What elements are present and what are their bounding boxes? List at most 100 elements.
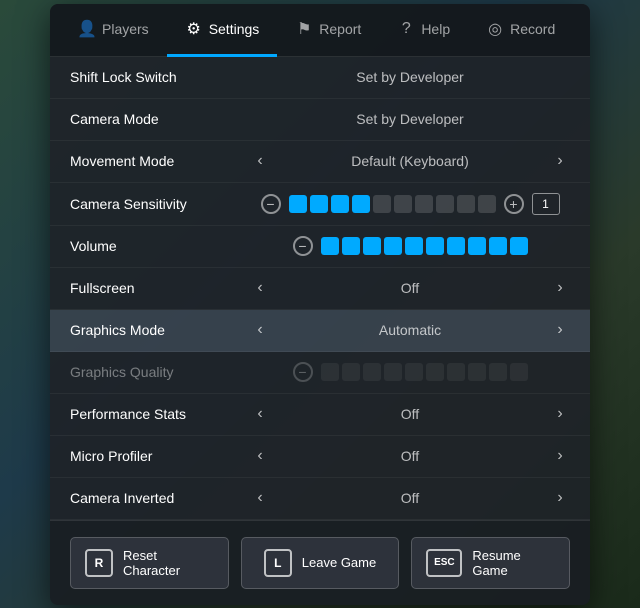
tab-report[interactable]: ⚑ Report <box>277 4 379 57</box>
setting-row-camera-inverted: Camera Inverted ‹ Off › <box>50 478 590 520</box>
setting-row-camera-mode: Camera Mode Set by Developer <box>50 99 590 141</box>
arrow-left-camera-inverted[interactable]: ‹ <box>250 489 270 507</box>
setting-value-fullscreen: Off <box>278 280 542 296</box>
segment-8 <box>457 195 475 213</box>
segment-4 <box>373 195 391 213</box>
segment-3 <box>384 363 402 381</box>
arrow-left-movement-mode[interactable]: ‹ <box>250 152 270 170</box>
setting-value-shift-lock: Set by Developer <box>250 69 570 85</box>
segment-7 <box>436 195 454 213</box>
segment-0 <box>321 237 339 255</box>
slider-volume[interactable] <box>321 237 528 255</box>
report-icon: ⚑ <box>295 20 313 38</box>
tab-label-players: Players <box>102 21 149 37</box>
footer-btn-label-reset: Reset Character <box>123 548 214 578</box>
plus-btn-camera-sensitivity[interactable]: + <box>504 194 524 214</box>
segment-3 <box>352 195 370 213</box>
record-icon: ◎ <box>486 20 504 38</box>
setting-label-movement-mode: Movement Mode <box>70 153 250 169</box>
tab-bar: 👤 Players ⚙ Settings ⚑ Report ? Help ◎ R… <box>50 4 590 57</box>
segment-1 <box>342 237 360 255</box>
arrow-right-graphics-mode[interactable]: › <box>550 321 570 339</box>
arrow-right-performance-stats[interactable]: › <box>550 405 570 423</box>
setting-label-volume: Volume <box>70 238 250 254</box>
setting-control-graphics-quality: − <box>250 362 570 382</box>
minus-btn-graphics-quality[interactable]: − <box>293 362 313 382</box>
setting-value-micro-profiler: Off <box>278 448 542 464</box>
setting-label-fullscreen: Fullscreen <box>70 280 250 296</box>
setting-label-camera-mode: Camera Mode <box>70 111 250 127</box>
settings-panel: 👤 Players ⚙ Settings ⚑ Report ? Help ◎ R… <box>50 4 590 605</box>
arrow-left-performance-stats[interactable]: ‹ <box>250 405 270 423</box>
settings-body: Shift Lock Switch Set by Developer Camer… <box>50 57 590 520</box>
segment-0 <box>321 363 339 381</box>
segment-9 <box>478 195 496 213</box>
setting-control-performance-stats: ‹ Off › <box>250 405 570 423</box>
setting-label-micro-profiler: Micro Profiler <box>70 448 250 464</box>
setting-label-camera-sensitivity: Camera Sensitivity <box>70 196 250 212</box>
settings-icon: ⚙ <box>185 20 203 38</box>
tab-label-record: Record <box>510 21 555 37</box>
segment-8 <box>489 363 507 381</box>
setting-value-performance-stats: Off <box>278 406 542 422</box>
setting-value-camera-inverted: Off <box>278 490 542 506</box>
footer-btn-reset[interactable]: R Reset Character <box>70 537 229 589</box>
segment-6 <box>415 195 433 213</box>
help-icon: ? <box>397 20 415 38</box>
tab-settings[interactable]: ⚙ Settings <box>167 4 278 57</box>
footer-btn-label-leave: Leave Game <box>302 555 376 570</box>
segment-2 <box>331 195 349 213</box>
setting-control-camera-mode: Set by Developer <box>250 111 570 127</box>
setting-row-micro-profiler: Micro Profiler ‹ Off › <box>50 436 590 478</box>
slider-graphics-quality[interactable] <box>321 363 528 381</box>
segment-4 <box>405 237 423 255</box>
segment-2 <box>363 363 381 381</box>
minus-btn-camera-sensitivity[interactable]: − <box>261 194 281 214</box>
setting-row-graphics-mode: Graphics Mode ‹ Automatic › <box>50 310 590 352</box>
segment-9 <box>510 363 528 381</box>
setting-row-camera-sensitivity: Camera Sensitivity − + 1 <box>50 183 590 226</box>
setting-label-graphics-mode: Graphics Mode <box>70 322 250 338</box>
arrow-right-camera-inverted[interactable]: › <box>550 489 570 507</box>
segment-1 <box>310 195 328 213</box>
footer-btn-leave[interactable]: L Leave Game <box>241 537 400 589</box>
setting-label-performance-stats: Performance Stats <box>70 406 250 422</box>
tab-record[interactable]: ◎ Record <box>468 4 573 57</box>
arrow-left-micro-profiler[interactable]: ‹ <box>250 447 270 465</box>
footer-btn-resume[interactable]: ESC Resume Game <box>411 537 570 589</box>
tab-help[interactable]: ? Help <box>379 4 468 57</box>
arrow-right-movement-mode[interactable]: › <box>550 152 570 170</box>
setting-control-camera-inverted: ‹ Off › <box>250 489 570 507</box>
setting-row-performance-stats: Performance Stats ‹ Off › <box>50 394 590 436</box>
segment-7 <box>468 363 486 381</box>
minus-btn-volume[interactable]: − <box>293 236 313 256</box>
footer-btn-label-resume: Resume Game <box>472 548 555 578</box>
setting-control-fullscreen: ‹ Off › <box>250 279 570 297</box>
segment-9 <box>510 237 528 255</box>
arrow-right-fullscreen[interactable]: › <box>550 279 570 297</box>
setting-row-volume: Volume − <box>50 226 590 268</box>
setting-row-fullscreen: Fullscreen ‹ Off › <box>50 268 590 310</box>
segment-5 <box>426 237 444 255</box>
value-box-camera-sensitivity: 1 <box>532 193 560 215</box>
setting-label-camera-inverted: Camera Inverted <box>70 490 250 506</box>
players-icon: 👤 <box>78 20 96 38</box>
key-badge-leave: L <box>264 549 292 577</box>
setting-control-graphics-mode: ‹ Automatic › <box>250 321 570 339</box>
setting-control-micro-profiler: ‹ Off › <box>250 447 570 465</box>
arrow-right-micro-profiler[interactable]: › <box>550 447 570 465</box>
setting-value-camera-mode: Set by Developer <box>250 111 570 127</box>
tab-players[interactable]: 👤 Players <box>60 4 167 57</box>
slider-camera-sensitivity[interactable] <box>289 195 496 213</box>
segment-3 <box>384 237 402 255</box>
setting-row-graphics-quality: Graphics Quality − <box>50 352 590 394</box>
tab-label-help: Help <box>421 21 450 37</box>
arrow-left-fullscreen[interactable]: ‹ <box>250 279 270 297</box>
setting-row-shift-lock: Shift Lock Switch Set by Developer <box>50 57 590 99</box>
setting-value-graphics-mode: Automatic <box>278 322 542 338</box>
segment-6 <box>447 237 465 255</box>
segment-2 <box>363 237 381 255</box>
tab-label-report: Report <box>319 21 361 37</box>
arrow-left-graphics-mode[interactable]: ‹ <box>250 321 270 339</box>
setting-row-movement-mode: Movement Mode ‹ Default (Keyboard) › <box>50 141 590 183</box>
